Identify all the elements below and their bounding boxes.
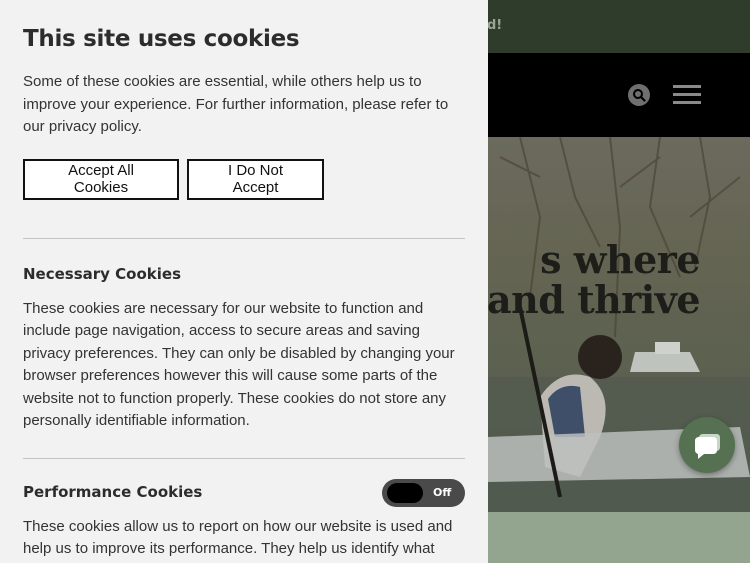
cookie-consent-panel: This site uses cookies Some of these coo… [0,0,488,563]
hamburger-menu-icon[interactable] [673,85,701,105]
announcement-text: d! [487,18,503,33]
cookie-panel-content: This site uses cookies Some of these coo… [23,26,465,561]
necessary-cookies-header: Necessary Cookies [23,261,465,287]
necessary-cookies-description: These cookies are necessary for our webs… [23,299,455,430]
toggle-knob [387,482,423,503]
chat-bubble-icon [695,434,720,459]
performance-cookies-toggle[interactable]: Off [382,478,465,507]
performance-cookies-description: These cookies allow us to report on how … [23,517,453,558]
toggle-state-label: Off [433,485,452,499]
cookie-button-row: Accept All Cookies I Do Not Accept [23,158,465,200]
performance-cookies-header: Performance Cookies Off [23,478,465,507]
chat-button[interactable] [679,417,735,473]
divider [23,237,465,239]
cookie-panel-title: This site uses cookies [23,26,300,52]
cookie-intro-text: Some of these cookies are essential, whi… [23,73,449,135]
search-icon [633,89,646,102]
necessary-cookies-title: Necessary Cookies [23,264,182,283]
decline-cookies-button[interactable]: I Do Not Accept [187,158,324,200]
divider [23,457,465,459]
search-button[interactable] [628,84,650,106]
performance-cookies-title: Performance Cookies [23,482,203,501]
accept-all-cookies-button[interactable]: Accept All Cookies [23,158,179,200]
